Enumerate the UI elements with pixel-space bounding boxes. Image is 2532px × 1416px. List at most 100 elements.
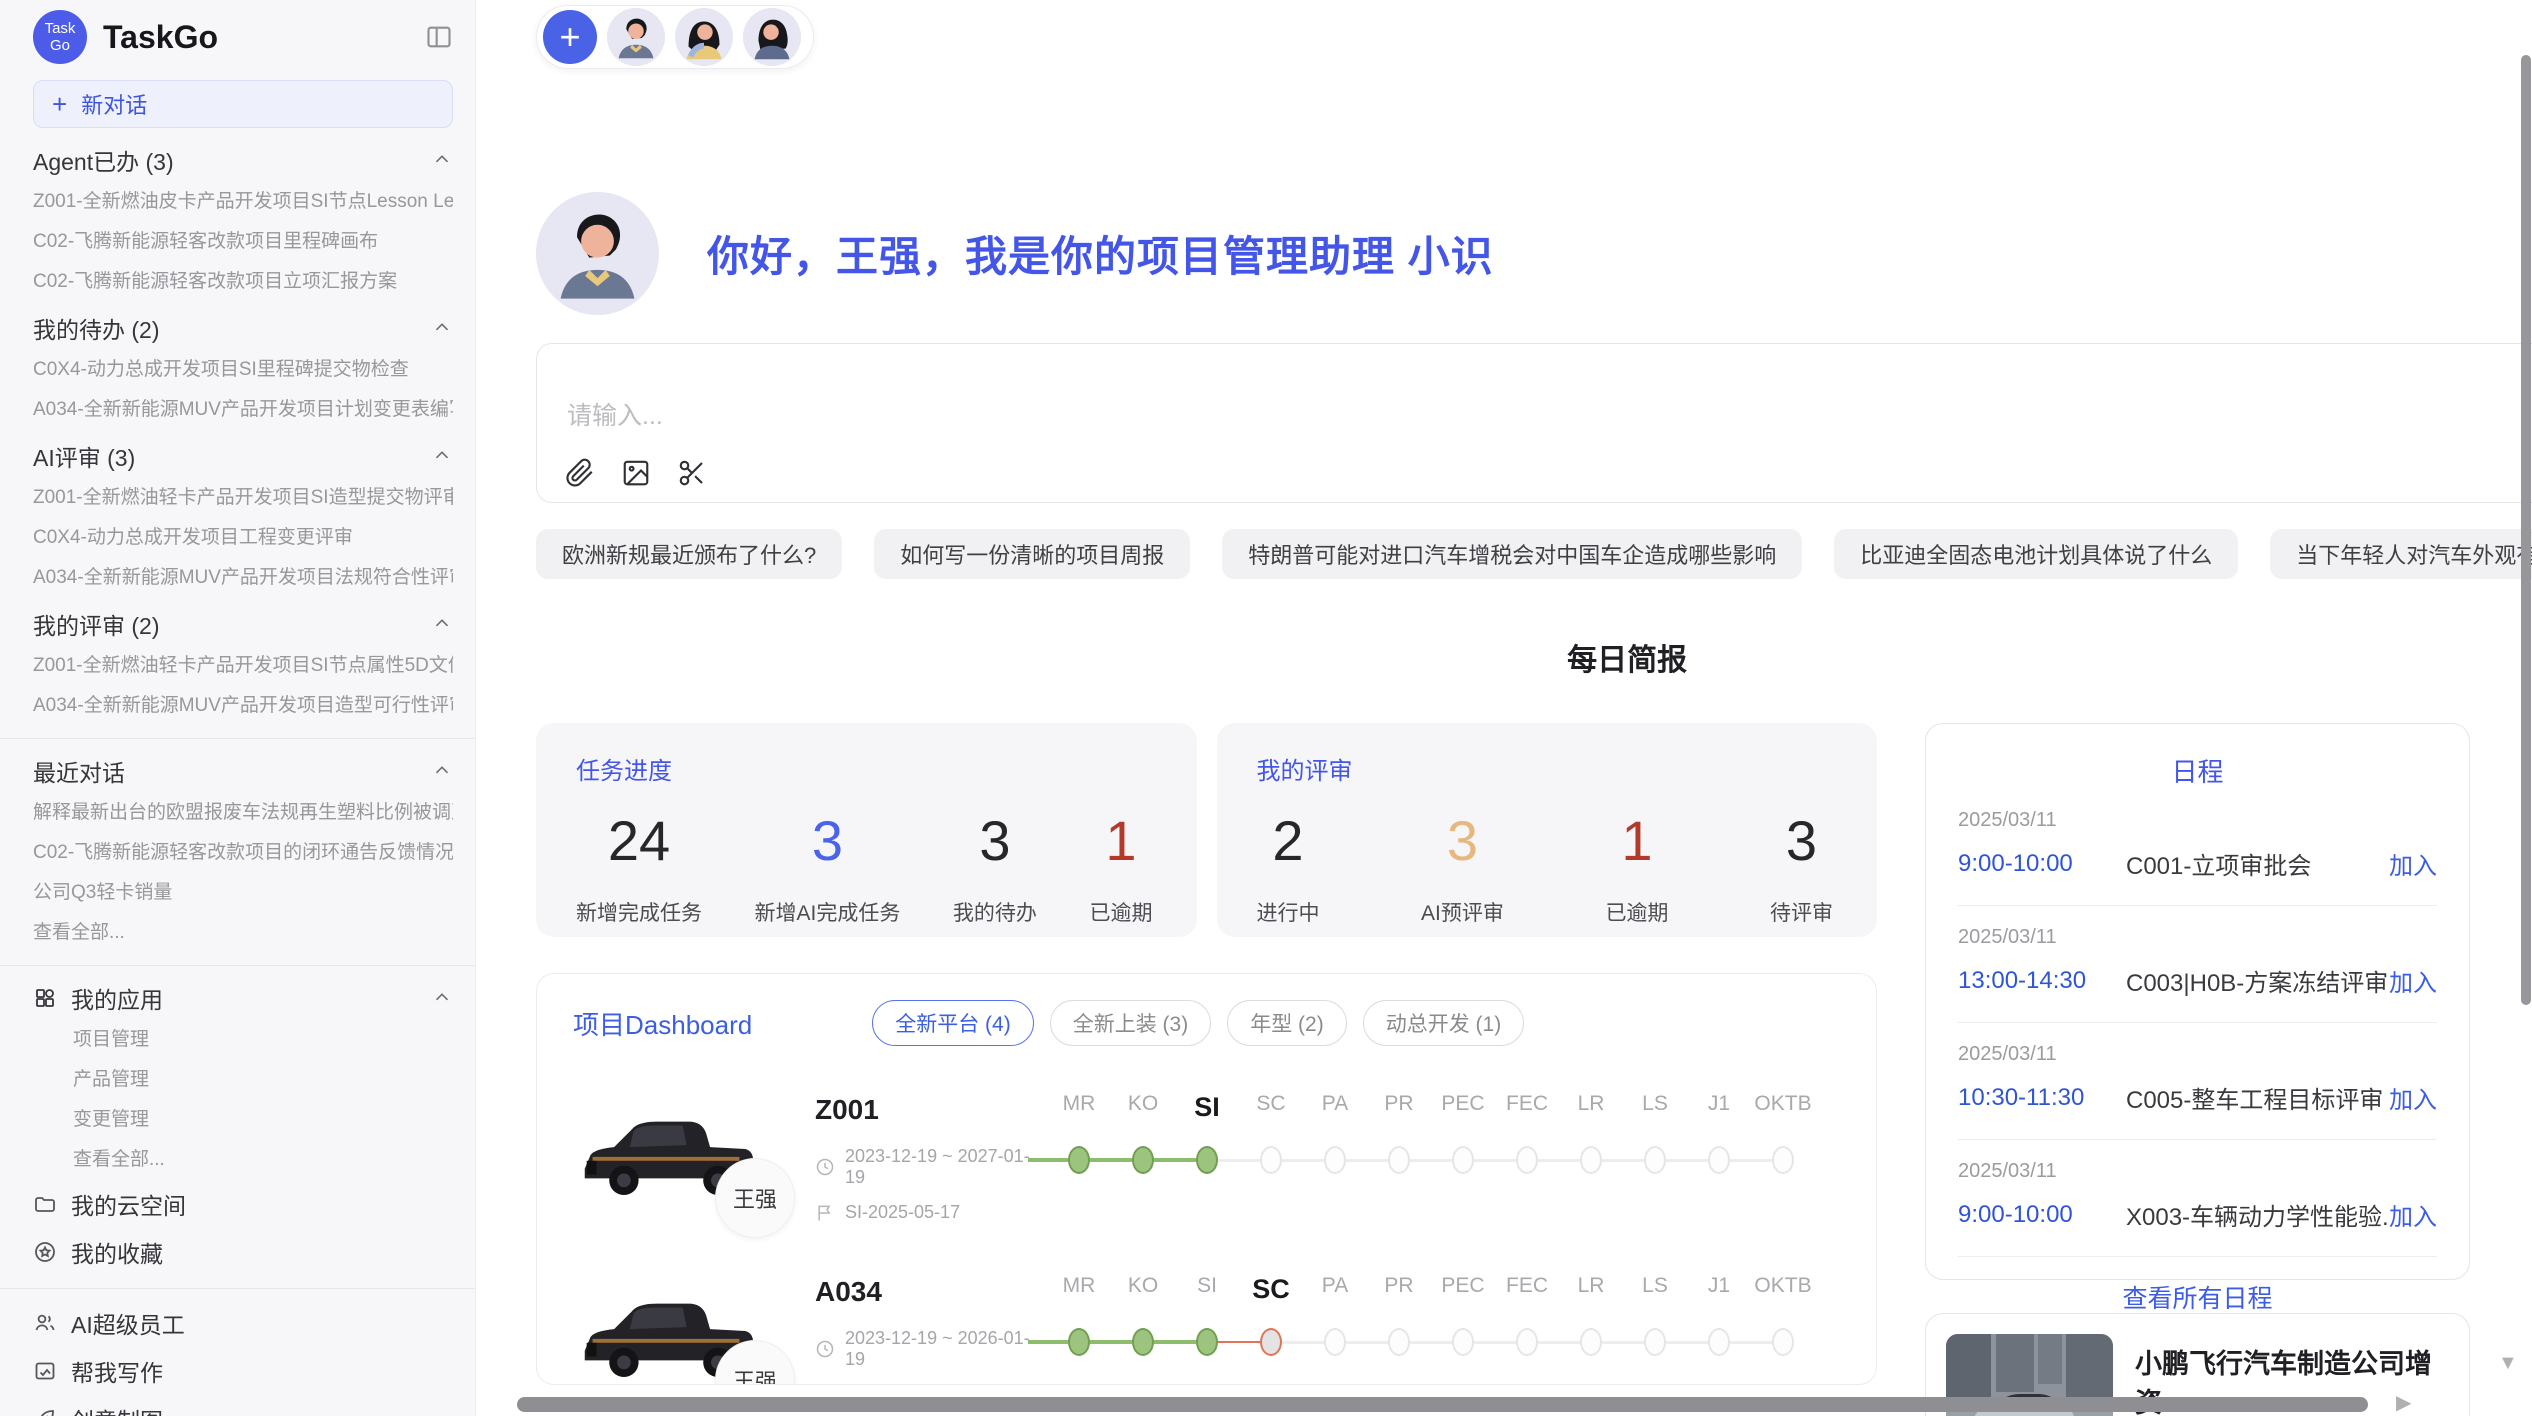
stat-label: 进行中	[1257, 897, 1320, 927]
scroll-right-arrow[interactable]: ▶	[2396, 1390, 2411, 1415]
scissors-icon[interactable]	[677, 458, 707, 488]
schedule-item: 2025/03/11 10:30-11:30 C005-整车工程目标评审 加入	[1958, 1023, 2437, 1140]
list-item[interactable]: C02-飞腾新能源轻客改款项目里程碑画布	[33, 222, 453, 262]
suggestion-chip[interactable]: 欧洲新规最近颁布了什么?	[536, 529, 842, 579]
list-item[interactable]: 公司Q3轻卡销量	[33, 873, 453, 913]
list-item[interactable]: A034-全新新能源MUV产品开发项目造型可行性评审	[33, 686, 453, 726]
composer-tools	[565, 458, 707, 488]
session-avatar-1[interactable]	[607, 8, 665, 66]
sidebar-collapse-icon[interactable]	[425, 23, 453, 51]
stat-my-todo: 3 我的待办	[953, 808, 1037, 927]
stat-overdue: 1 已逾期	[1089, 808, 1152, 927]
content-row: 任务进度 24 新增完成任务 3 新增AI完成任务 3 我的待办	[536, 723, 2532, 1416]
join-button[interactable]: 加入	[2389, 963, 2437, 998]
clock-icon	[815, 1157, 835, 1177]
stat-value: 1	[1105, 808, 1136, 873]
view-all-schedule-link[interactable]: 查看所有日程	[1958, 1279, 2437, 1315]
session-avatar-2[interactable]	[675, 8, 733, 66]
list-item[interactable]: 解释最新出台的欧盟报废车法规再生塑料比例被调至15%...	[33, 793, 453, 833]
project-info: A034 2023-12-19 ~ 2026-01-19 SC-2025-05-…	[815, 1272, 1047, 1385]
section-my-todo[interactable]: 我的待办 (2)	[33, 306, 453, 350]
message-input[interactable]	[567, 396, 2093, 440]
project-dashboard-card: 项目Dashboard 全新平台 (4) 全新上装 (3) 年型 (2) 动总开…	[536, 973, 1877, 1385]
dashboard-header: 项目Dashboard 全新平台 (4) 全新上装 (3) 年型 (2) 动总开…	[573, 1000, 1840, 1046]
section-my-review[interactable]: 我的评审 (2)	[33, 602, 453, 646]
flag-icon	[815, 1385, 835, 1386]
section-title: 我的待办 (2)	[33, 311, 160, 345]
list-item[interactable]: C0X4-动力总成开发项目工程变更评审	[33, 518, 453, 558]
project-row[interactable]: 王强 Z001 2023-12-19 ~ 2027-01-19 SI-2025-…	[573, 1090, 1840, 1228]
section-recent-chats[interactable]: 最近对话	[33, 749, 453, 793]
filter-chip[interactable]: 动总开发 (1)	[1363, 1000, 1525, 1046]
list-item[interactable]: C02-飞腾新能源轻客改款项目立项汇报方案	[33, 262, 453, 302]
stat-ai-prereview: 3 AI预评审	[1421, 808, 1504, 927]
list-item[interactable]: A034-全新新能源MUV产品开发项目计划变更表编写	[33, 390, 453, 430]
suggestion-chip[interactable]: 特朗普可能对进口汽车增税会对中国车企造成哪些影响	[1222, 529, 1802, 579]
join-button[interactable]: 加入	[2389, 1080, 2437, 1115]
milestone-dots	[1028, 1145, 1840, 1175]
milestone-label: MR	[1047, 1092, 1111, 1123]
chevron-up-icon[interactable]	[431, 760, 453, 782]
milestone-label: PEC	[1431, 1274, 1495, 1305]
milestone-label: LS	[1623, 1274, 1687, 1305]
schedule-name: C001-立项审批会	[2126, 846, 2389, 881]
sidebar-item-help-write[interactable]: 帮我写作	[33, 1347, 453, 1395]
stat-overdue: 1 已逾期	[1605, 808, 1668, 927]
attachment-icon[interactable]	[565, 458, 595, 488]
section-ai-review[interactable]: AI评审 (3)	[33, 434, 453, 478]
sidebar-item-creative-draw[interactable]: 创意制图	[33, 1395, 453, 1416]
list-item[interactable]: Z001-全新燃油轻卡产品开发项目SI节点属性5D文件评审	[33, 646, 453, 686]
sidebar-item-product-mgmt[interactable]: 产品管理	[33, 1060, 453, 1100]
image-upload-icon[interactable]	[621, 458, 651, 488]
stat-value: 24	[608, 808, 670, 873]
schedule-title: 日程	[1958, 752, 2437, 789]
session-avatar-3[interactable]	[743, 8, 801, 66]
sidebar-item-change-mgmt[interactable]: 变更管理	[33, 1100, 453, 1140]
view-all-chats-link[interactable]: 查看全部...	[33, 913, 453, 953]
milestone-track: MR KO SI SC PA PR PEC FEC LR LS J1 OKTB	[1047, 1272, 1840, 1385]
chevron-up-icon[interactable]	[431, 987, 453, 1009]
sidebar-item-ai-super-staff[interactable]: AI超级员工	[33, 1299, 453, 1347]
add-session-button[interactable]: +	[543, 10, 597, 64]
list-item[interactable]: A034-全新新能源MUV产品开发项目法规符合性评审	[33, 558, 453, 598]
vertical-scrollbar[interactable]	[2521, 55, 2531, 1005]
section-my-apps[interactable]: 我的应用	[33, 976, 453, 1020]
sidebar-item-favorites[interactable]: 我的收藏	[33, 1228, 453, 1276]
schedule-date: 2025/03/11	[1958, 809, 2437, 832]
list-item[interactable]: Z001-全新燃油皮卡产品开发项目SI节点Lesson Learn报告	[33, 182, 453, 222]
filter-chip[interactable]: 年型 (2)	[1227, 1000, 1347, 1046]
horizontal-scrollbar[interactable]	[517, 1397, 2368, 1412]
new-chat-button[interactable]: + 新对话	[33, 80, 453, 128]
sidebar-item-project-mgmt[interactable]: 项目管理	[33, 1020, 453, 1060]
project-row[interactable]: 王强 A034 2023-12-19 ~ 2026-01-19 SC-2025-…	[573, 1272, 1840, 1385]
project-flag: SI-2025-05-17	[815, 1202, 1047, 1223]
milestone-label: FEC	[1495, 1092, 1559, 1123]
milestone-label: J1	[1687, 1092, 1751, 1123]
chevron-up-icon[interactable]	[431, 613, 453, 635]
stat-label: 待评审	[1770, 897, 1833, 927]
section-agent-done[interactable]: Agent已办 (3)	[33, 138, 453, 182]
chevron-up-icon[interactable]	[431, 149, 453, 171]
list-item[interactable]: C0X4-动力总成开发项目SI里程碑提交物检查	[33, 350, 453, 390]
card-title: 我的评审	[1257, 751, 1834, 786]
join-button[interactable]: 加入	[2389, 1197, 2437, 1232]
stat-label: 已逾期	[1605, 897, 1668, 927]
scroll-down-arrow[interactable]: ▼	[2498, 1352, 2518, 1375]
suggestion-chip[interactable]: 当下年轻人对汽车外观有怎样的喜好趋势	[2270, 529, 2532, 579]
join-button[interactable]: 加入	[2389, 846, 2437, 881]
chevron-up-icon[interactable]	[431, 317, 453, 339]
suggestion-chip[interactable]: 比亚迪全固态电池计划具体说了什么	[1834, 529, 2238, 579]
section-title: Agent已办 (3)	[33, 143, 174, 177]
star-badge-icon	[33, 1240, 57, 1264]
schedule-item: 2025/03/11 9:00-10:00 X003-车辆动力学性能验... 加…	[1958, 1140, 2437, 1257]
chevron-up-icon[interactable]	[431, 445, 453, 467]
sidebar-item-cloud-space[interactable]: 我的云空间	[33, 1180, 453, 1228]
view-all-apps-link[interactable]: 查看全部...	[33, 1140, 453, 1180]
filter-chip-active[interactable]: 全新平台 (4)	[872, 1000, 1034, 1046]
suggestion-chip[interactable]: 如何写一份清晰的项目周报	[874, 529, 1190, 579]
milestone-label-current: SI	[1175, 1092, 1239, 1123]
stat-value: 3	[812, 808, 843, 873]
list-item[interactable]: C02-飞腾新能源轻客改款项目的闭环通告反馈情况	[33, 833, 453, 873]
filter-chip[interactable]: 全新上装 (3)	[1050, 1000, 1212, 1046]
list-item[interactable]: Z001-全新燃油轻卡产品开发项目SI造型提交物评审	[33, 478, 453, 518]
